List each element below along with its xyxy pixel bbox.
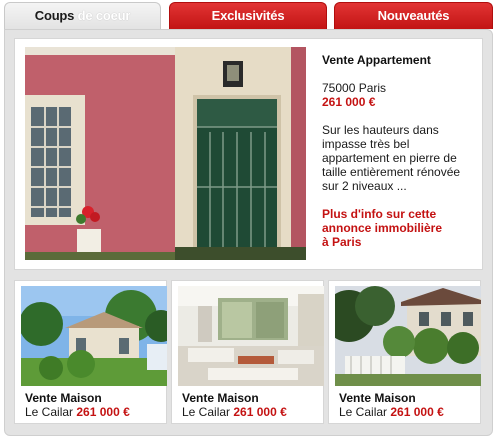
more-info-line-1: Plus d'info sur cette [322, 207, 437, 221]
featured-listing-photo[interactable] [25, 47, 306, 260]
coups-de-coeur-widget: Coups de coeur Exclusivités Nouveautés V… [0, 0, 497, 438]
tab-label-main: Coups [34, 8, 75, 23]
listing-photo[interactable] [335, 286, 481, 386]
listing-location: Le Cailar 261 000 € [182, 405, 287, 419]
listing-photo[interactable] [178, 286, 324, 386]
listing-location: Le Cailar 261 000 € [25, 405, 130, 419]
house-garden-image [21, 286, 167, 386]
house-fence-image [335, 286, 481, 386]
tab-coups-de-coeur[interactable]: Coups de coeur [4, 2, 161, 32]
featured-listing-price: 261 000 € [322, 95, 376, 109]
listing-price: 261 000 € [76, 405, 130, 419]
tab-label: Exclusivités [211, 8, 285, 23]
more-info-line-3: à Paris [322, 235, 362, 249]
listing-price: 261 000 € [390, 405, 444, 419]
featured-listing-description: Sur les hauteurs dans impasse très bel a… [322, 123, 461, 193]
featured-listing-title[interactable]: Vente Appartement [322, 53, 472, 67]
listing-location: Le Cailar 261 000 € [339, 405, 444, 419]
listing-city: Le Cailar [339, 405, 388, 419]
more-info-line-2: annonce immobilière [322, 221, 443, 235]
listing-city: Le Cailar [182, 405, 231, 419]
listing-price: 261 000 € [233, 405, 287, 419]
tab-nouveautes[interactable]: Nouveautés [334, 2, 493, 29]
listing-card[interactable]: Vente Maison Le Cailar 261 000 € [14, 280, 167, 424]
featured-listing-details: Vente Appartement 75000 Paris 261 000 € … [322, 53, 472, 249]
living-room-image [178, 286, 324, 386]
tab-label: Nouveautés [377, 8, 450, 23]
tab-exclusivites[interactable]: Exclusivités [169, 2, 327, 29]
listing-title[interactable]: Vente Maison [339, 391, 416, 405]
featured-listing-city: 75000 Paris [322, 81, 387, 95]
listing-title[interactable]: Vente Maison [182, 391, 259, 405]
listing-photo[interactable] [21, 286, 167, 386]
more-info-link[interactable]: Plus d'info sur cette annonce immobilièr… [322, 207, 472, 249]
tab-label-accent: de coeur [77, 8, 131, 23]
listing-city: Le Cailar [25, 405, 74, 419]
apartment-facade-image [25, 47, 306, 260]
listing-card[interactable]: Vente Maison Le Cailar 261 000 € [328, 280, 481, 424]
listing-card[interactable]: Vente Maison Le Cailar 261 000 € [171, 280, 324, 424]
listing-title[interactable]: Vente Maison [25, 391, 102, 405]
